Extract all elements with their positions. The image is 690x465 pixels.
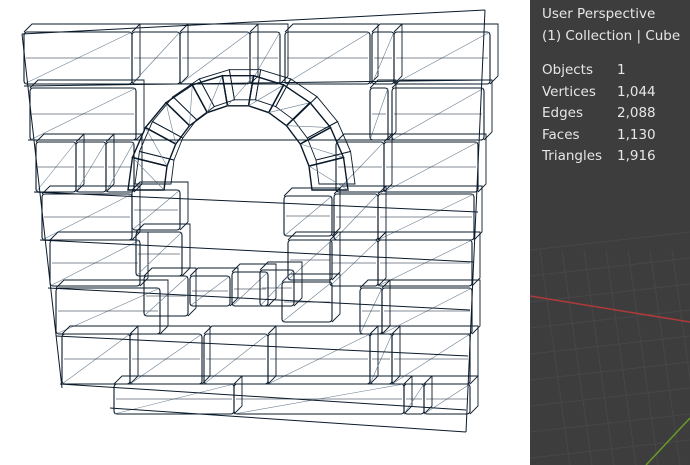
wall-block [29, 79, 145, 141]
stat-label: Faces [542, 126, 580, 143]
wall-block [203, 325, 277, 385]
wall-edge-line [21, 9, 486, 35]
stat-row-faces: Faces 1,130 [542, 125, 680, 147]
grid-line [627, 249, 659, 465]
stat-row-triangles: Triangles 1,916 [542, 146, 680, 168]
grid-line [530, 231, 690, 251]
collection-context-label: (1) Collection | Cube [542, 27, 681, 44]
arch-jamb-block [287, 231, 341, 281]
wall-block [49, 231, 149, 287]
wall-block [391, 325, 479, 385]
wall-edge-line [47, 287, 471, 311]
wall-block [377, 231, 481, 287]
stat-row-vertices: Vertices 1,044 [542, 82, 680, 104]
wall-block [75, 133, 115, 193]
wall-block [233, 375, 413, 415]
arch-jamb-block [281, 273, 341, 323]
wall-block [403, 375, 433, 415]
wall-edge-line [23, 79, 486, 87]
arch-voussoir [164, 78, 215, 127]
grid-line [605, 249, 637, 465]
stat-row-objects: Objects 1 [542, 60, 680, 82]
wall-edge-line [109, 407, 467, 433]
wall-block [267, 325, 379, 385]
scene-statistics: Objects 1 Vertices 1,044 Edges 2,088 Fac… [542, 60, 680, 168]
wall-block [129, 325, 211, 385]
grid-line [530, 309, 690, 329]
arch-voussoir [144, 96, 198, 145]
wall-block [369, 325, 401, 385]
grid-line [530, 257, 690, 277]
stat-label: Triangles [542, 148, 603, 164]
grid-line [561, 249, 593, 465]
wall-block [284, 23, 379, 85]
grid-line [583, 249, 615, 465]
stat-row-edges: Edges 2,088 [542, 103, 680, 125]
wall-block [61, 325, 139, 385]
arch-jamb-block [143, 267, 197, 317]
grid-line [671, 249, 690, 383]
stat-label: Vertices [542, 83, 596, 100]
stat-value: 1,130 [617, 126, 656, 143]
wall-block [391, 79, 493, 141]
wall-block [383, 133, 487, 193]
stat-value: 1 [617, 62, 626, 78]
wall-edge-line [21, 33, 63, 389]
wall-block [371, 23, 403, 85]
arch-voussoir [308, 150, 356, 191]
arch-voussoir [127, 150, 175, 191]
stat-value: 2,088 [617, 105, 656, 121]
sill-block [189, 267, 239, 307]
stat-value: 1,044 [617, 83, 656, 100]
stat-value: 1,916 [617, 148, 656, 164]
wall-block [249, 23, 289, 85]
x-axis-line [530, 295, 690, 323]
wall-edge-line [59, 383, 467, 411]
stat-label: Objects [542, 62, 594, 78]
grid-line [530, 413, 690, 433]
wall-edge-line [39, 239, 475, 263]
stone-arch-wall-wireframe[interactable] [0, 0, 530, 465]
arch-jamb-block [283, 187, 341, 237]
wall-edge-line [33, 191, 479, 213]
arch-voussoir [299, 120, 352, 167]
grid-line [530, 387, 690, 407]
stat-label: Edges [542, 105, 584, 121]
viewport-info-overlay: User Perspective (1) Collection | Cube O… [542, 4, 680, 168]
grid-line [539, 249, 571, 465]
mesh-wireframe-area[interactable] [0, 0, 530, 465]
wall-block [105, 133, 143, 193]
view-name-label: User Perspective [542, 6, 656, 22]
